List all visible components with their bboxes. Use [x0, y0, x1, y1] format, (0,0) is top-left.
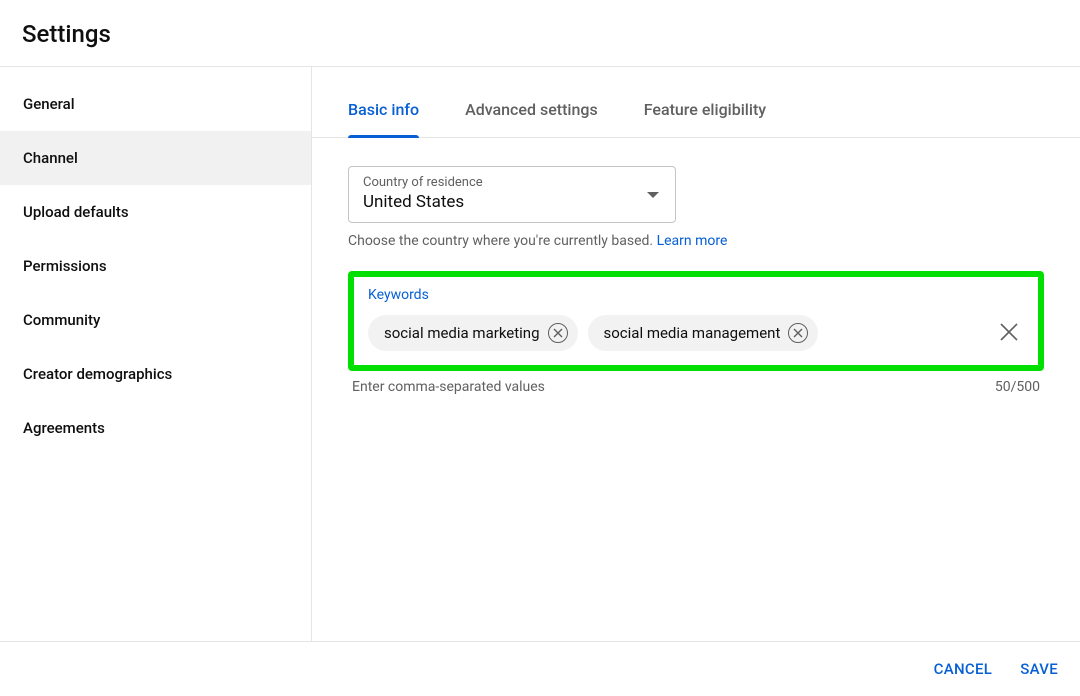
keywords-counter: 50/500 [995, 379, 1040, 395]
cancel-button[interactable]: CANCEL [934, 660, 993, 678]
tab-feature-eligibility[interactable]: Feature eligibility [644, 78, 766, 137]
keywords-field[interactable]: Keywords social media marketing social m… [348, 271, 1044, 371]
country-select-label: Country of residence [363, 175, 661, 190]
sidebar-item-community[interactable]: Community [0, 293, 311, 347]
country-helper-text: Choose the country where you're currentl… [348, 233, 1044, 249]
tab-label: Feature eligibility [644, 100, 766, 119]
keywords-helper-text: Enter comma-separated values [352, 379, 545, 395]
remove-chip-button[interactable] [548, 323, 568, 343]
page-title: Settings [22, 20, 1058, 48]
sidebar-item-label: Upload defaults [23, 203, 129, 221]
tab-label: Basic info [348, 100, 419, 119]
keyword-chip-label: social media marketing [384, 324, 540, 342]
sidebar-item-label: Agreements [23, 419, 105, 437]
keyword-chip: social media marketing [368, 315, 578, 351]
close-icon [793, 328, 803, 338]
keyword-chip: social media management [588, 315, 819, 351]
keywords-chip-row: social media marketing social media mana… [368, 315, 1024, 351]
keyword-chip-label: social media management [604, 324, 781, 342]
country-select[interactable]: Country of residence United States [348, 166, 676, 223]
chevron-down-icon [647, 192, 659, 198]
sidebar-item-label: Permissions [23, 257, 107, 275]
sidebar-item-label: General [23, 95, 75, 113]
save-button[interactable]: SAVE [1020, 660, 1058, 678]
sidebar-item-general[interactable]: General [0, 77, 311, 131]
settings-dialog: Settings General Channel Upload defaults… [0, 0, 1080, 696]
main-panel: Basic info Advanced settings Feature eli… [312, 67, 1080, 641]
sidebar-item-upload-defaults[interactable]: Upload defaults [0, 185, 311, 239]
close-icon [553, 328, 563, 338]
country-helper-label: Choose the country where you're currentl… [348, 233, 653, 249]
remove-chip-button[interactable] [788, 323, 808, 343]
close-icon [998, 321, 1020, 343]
sidebar-item-label: Creator demographics [23, 365, 172, 383]
dialog-body: General Channel Upload defaults Permissi… [0, 67, 1080, 641]
keywords-helper-row: Enter comma-separated values 50/500 [348, 379, 1044, 395]
sidebar-item-label: Channel [23, 149, 78, 167]
tab-label: Advanced settings [465, 100, 598, 119]
tab-advanced-settings[interactable]: Advanced settings [465, 78, 598, 137]
sidebar-item-creator-demographics[interactable]: Creator demographics [0, 347, 311, 401]
tab-basic-info[interactable]: Basic info [348, 78, 419, 137]
keywords-section: Keywords social media marketing social m… [348, 271, 1044, 395]
sidebar-item-agreements[interactable]: Agreements [0, 401, 311, 455]
dialog-header: Settings [0, 0, 1080, 67]
learn-more-link[interactable]: Learn more [657, 233, 728, 249]
settings-sidebar: General Channel Upload defaults Permissi… [0, 67, 312, 641]
sidebar-item-channel[interactable]: Channel [0, 131, 311, 185]
sidebar-item-permissions[interactable]: Permissions [0, 239, 311, 293]
sidebar-item-label: Community [23, 311, 100, 329]
basic-info-panel: Country of residence United States Choos… [312, 138, 1080, 641]
country-select-value: United States [363, 192, 661, 212]
dialog-footer: CANCEL SAVE [0, 641, 1080, 696]
tab-bar: Basic info Advanced settings Feature eli… [312, 67, 1080, 138]
keywords-label: Keywords [368, 287, 1024, 303]
clear-keywords-button[interactable] [998, 321, 1020, 347]
